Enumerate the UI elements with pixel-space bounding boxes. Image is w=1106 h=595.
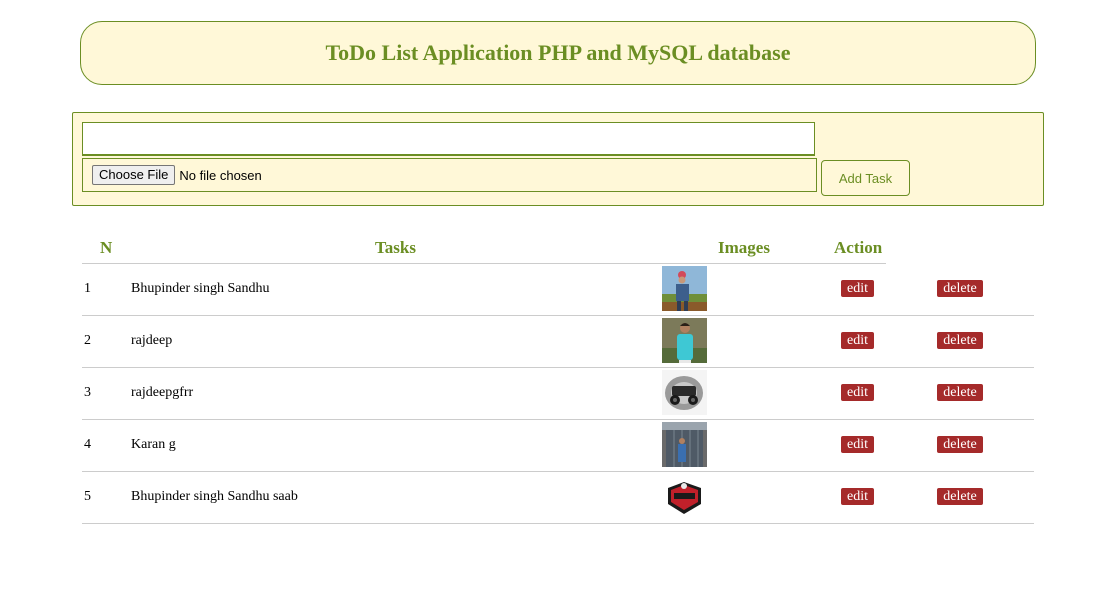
task-input[interactable] xyxy=(82,122,815,156)
row-number: 2 xyxy=(84,333,91,348)
task-image xyxy=(662,474,707,519)
task-text: rajdeep xyxy=(131,333,173,348)
delete-button[interactable]: delete xyxy=(937,488,983,505)
edit-button[interactable]: edit xyxy=(841,332,874,349)
table-row: 2 rajdeep edit delete xyxy=(82,316,1034,368)
task-text: Bhupinder singh Sandhu xyxy=(131,281,270,296)
add-task-button[interactable]: Add Task xyxy=(821,160,910,196)
column-header-n: N xyxy=(100,238,113,257)
column-header-images: Images xyxy=(718,238,770,257)
delete-button[interactable]: delete xyxy=(937,384,983,401)
delete-button[interactable]: delete xyxy=(937,332,983,349)
task-text: Karan g xyxy=(131,437,176,452)
choose-file-button[interactable]: Choose File xyxy=(92,165,176,185)
row-number: 1 xyxy=(84,281,91,296)
edit-button[interactable]: edit xyxy=(841,384,874,401)
edit-button[interactable]: edit xyxy=(841,436,874,453)
app-header: ToDo List Application PHP and MySQL data… xyxy=(80,21,1036,85)
row-number: 4 xyxy=(84,437,91,452)
task-text: rajdeepgfrr xyxy=(131,385,194,400)
page-title: ToDo List Application PHP and MySQL data… xyxy=(325,40,791,65)
column-header-action: Action xyxy=(834,238,883,257)
table-row: 4 Karan g edit delete xyxy=(82,420,1034,472)
table-row: 5 Bhupinder singh Sandhu saab edit delet… xyxy=(82,472,1034,524)
edit-button[interactable]: edit xyxy=(841,280,874,297)
file-status-text: No file chosen xyxy=(179,167,262,183)
task-image xyxy=(662,422,707,467)
delete-button[interactable]: delete xyxy=(937,436,983,453)
add-task-form: Choose File No file chosen Add Task xyxy=(72,112,1044,206)
table-row: 1 Bhupinder singh Sandhu edit delete xyxy=(82,264,1034,316)
table-row: 3 rajdeepgfrr edit delete xyxy=(82,368,1034,420)
task-image xyxy=(662,318,707,363)
row-number: 3 xyxy=(84,385,91,400)
task-image xyxy=(662,370,707,415)
column-header-tasks: Tasks xyxy=(375,238,416,257)
file-upload-row: Choose File No file chosen xyxy=(82,158,817,192)
task-text: Bhupinder singh Sandhu saab xyxy=(131,489,298,504)
task-image xyxy=(662,266,707,311)
edit-button[interactable]: edit xyxy=(841,488,874,505)
row-number: 5 xyxy=(84,489,91,504)
delete-button[interactable]: delete xyxy=(937,280,983,297)
